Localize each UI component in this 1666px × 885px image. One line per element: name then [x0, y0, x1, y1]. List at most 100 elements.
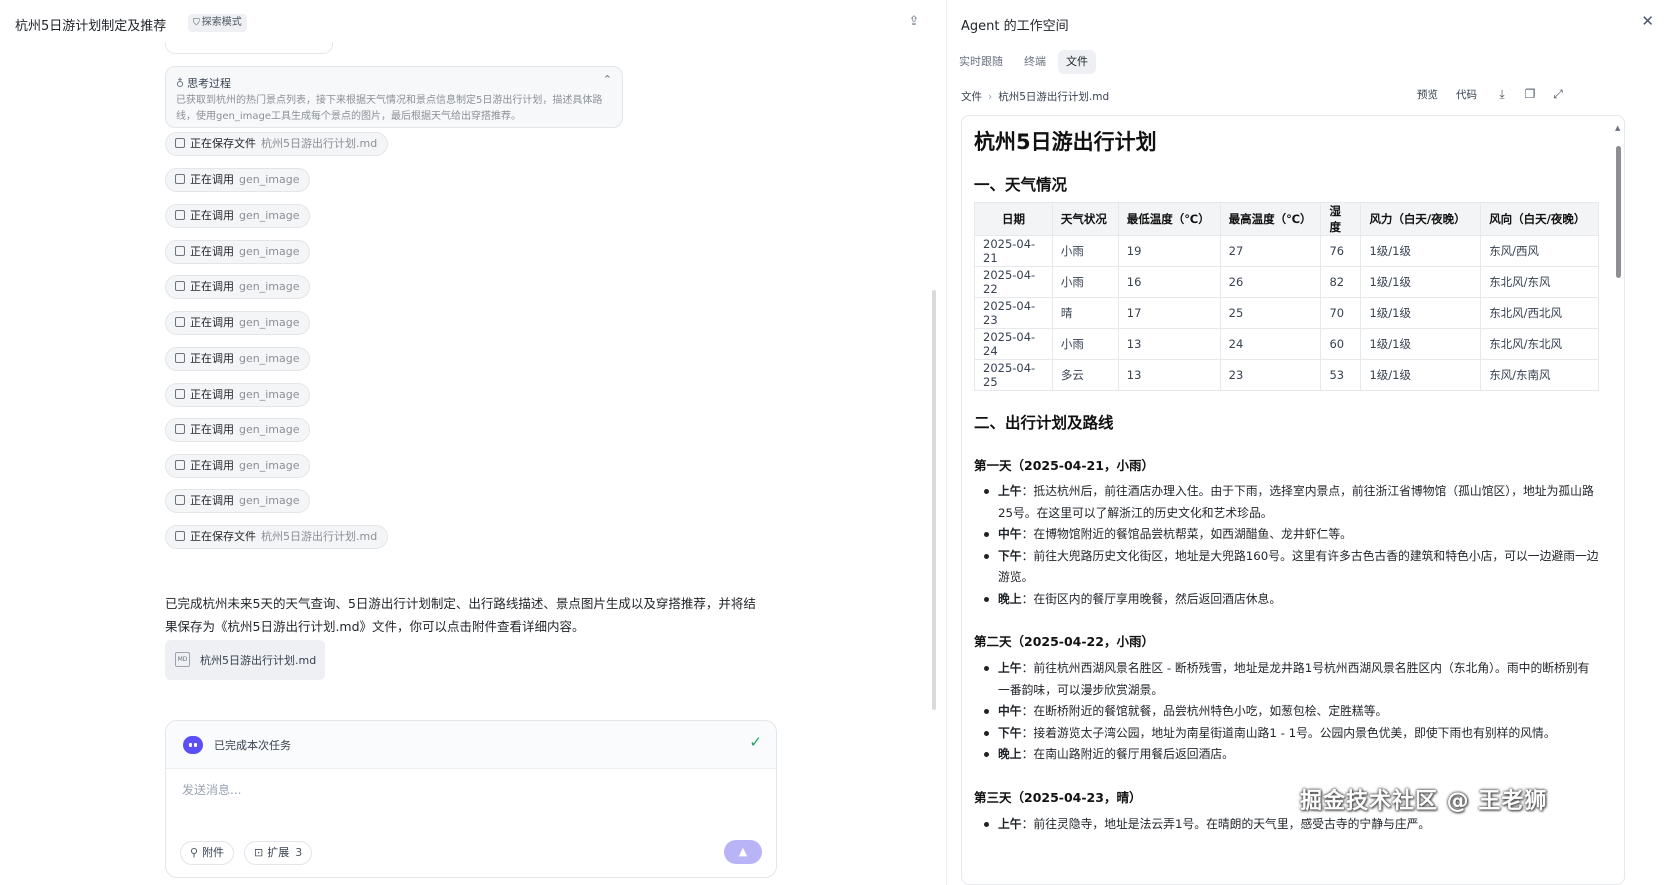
- paperclip-icon: ⚲: [190, 846, 199, 859]
- tool-step[interactable]: 正在调用 gen_image: [165, 383, 311, 407]
- tool-step[interactable]: 正在调用 gen_image: [165, 240, 311, 264]
- table-cell: 13: [1117, 328, 1221, 360]
- image-icon: [175, 210, 185, 220]
- tool-step[interactable]: 正在调用 gen_image: [165, 418, 311, 442]
- table-cell: 小雨: [1051, 328, 1119, 360]
- tool-step[interactable]: 正在调用 gen_image: [165, 275, 311, 299]
- attach-button[interactable]: ⚲ 附件: [180, 841, 235, 865]
- table-header: 湿度: [1320, 202, 1362, 236]
- table-cell: 晴: [1051, 297, 1119, 329]
- table-cell: 2025-04-22: [974, 266, 1053, 298]
- markdown-preview[interactable]: 杭州5日游出行计划 一、天气情况 日期 天气状况 最低温度（℃） 最高温度（℃）…: [961, 115, 1625, 885]
- image-icon: [175, 246, 185, 256]
- step-arg: 杭州5日游出行计划.md: [261, 530, 378, 543]
- mode-badge-label: 探索模式: [201, 17, 242, 28]
- table-cell: 东风/西风: [1480, 235, 1599, 267]
- chevron-right-icon: ›: [988, 91, 993, 103]
- thinking-panel[interactable]: ♁ 思考过程 ⌃ 已获取到杭州的热门景点列表，接下来根据天气情况和景点信息制定5日…: [165, 66, 623, 128]
- day-heading: 第二天（2025-04-22，小雨）: [974, 634, 1154, 649]
- attachment-card[interactable]: MD 杭州5日游出行计划.md: [165, 640, 325, 680]
- bot-avatar-icon: [183, 736, 203, 754]
- breadcrumb-root[interactable]: 文件: [961, 91, 982, 103]
- table-cell: 53: [1320, 359, 1362, 391]
- mode-badge[interactable]: ⛉ 探索模式: [188, 14, 247, 32]
- table-row: 2025-04-21 小雨 19 27 76 1级/1级 东风/西风: [974, 235, 1599, 267]
- step-arg: gen_image: [239, 388, 300, 401]
- table-cell: 60: [1320, 328, 1362, 360]
- chat-scrollbar[interactable]: [932, 290, 936, 710]
- tool-step[interactable]: 正在调用 gen_image: [165, 489, 311, 513]
- step-arg: gen_image: [239, 280, 300, 293]
- tool-step[interactable]: 正在保存文件 杭州5日游出行计划.md: [165, 525, 389, 549]
- step-label: 正在调用: [190, 494, 234, 507]
- table-row: 2025-04-25 多云 13 23 53 1级/1级 东风/东南风: [974, 359, 1599, 391]
- step-label: 正在调用: [190, 459, 234, 472]
- table-cell: 1级/1级: [1360, 359, 1482, 391]
- tab-files[interactable]: 文件: [1058, 50, 1096, 74]
- watermark: 掘金技术社区 @ 王老狮: [1300, 789, 1548, 814]
- day-plan-list: 上午：前往灵隐寺，地址是法云弄1号。在晴朗的天气里，感受古寺的宁静与庄严。: [974, 814, 1599, 836]
- tool-step[interactable]: 正在调用 gen_image: [165, 311, 311, 335]
- expand-button[interactable]: ⊡ 扩展 3: [244, 841, 313, 865]
- tool-step[interactable]: 正在调用 gen_image: [165, 347, 311, 371]
- step-arg: 杭州5日游出行计划.md: [261, 137, 378, 150]
- step-arg: gen_image: [239, 494, 300, 507]
- step-arg: gen_image: [239, 173, 300, 186]
- thinking-title: 思考过程: [187, 77, 232, 90]
- scrollbar-thumb[interactable]: [1616, 146, 1621, 278]
- tab-terminal[interactable]: 终端: [1016, 50, 1054, 74]
- scroll-up-arrow-icon[interactable]: ▲: [1615, 124, 1620, 132]
- step-arg: gen_image: [239, 316, 300, 329]
- table-cell: 13: [1117, 359, 1221, 391]
- item-text: ：在断桥附近的餐馆就餐，品尝杭州特色小吃，如葱包桧、定胜糕等。: [1021, 704, 1388, 718]
- close-icon[interactable]: ✕: [1641, 12, 1654, 30]
- previous-step-pill[interactable]: [165, 42, 333, 54]
- attach-label: 附件: [202, 846, 225, 859]
- step-label: 正在调用: [190, 423, 234, 436]
- table-row: 2025-04-23 晴 17 25 70 1级/1级 东北风/西北风: [974, 297, 1599, 329]
- message-input[interactable]: [182, 783, 742, 797]
- code-button[interactable]: 代码: [1456, 85, 1477, 105]
- tool-step[interactable]: 正在保存文件 杭州5日游出行计划.md: [165, 132, 389, 156]
- step-arg: gen_image: [239, 423, 300, 436]
- image-icon: [175, 424, 185, 434]
- table-cell: 1级/1级: [1360, 235, 1482, 267]
- assistant-final-message: 已完成杭州未来5天的天气查询、5日游出行计划制定、出行路线描述、景点图片生成以及…: [165, 592, 775, 638]
- message-line: 果保存为《杭州5日游出行计划.md》文件，你可以点击附件查看详细内容。: [165, 619, 585, 634]
- breadcrumb-file: 杭州5日游出行计划.md: [998, 91, 1110, 103]
- image-icon: [175, 353, 185, 363]
- document-scrollbar[interactable]: ▲: [1615, 124, 1621, 884]
- download-icon[interactable]: ⤓: [1494, 86, 1510, 102]
- tool-step[interactable]: 正在调用 gen_image: [165, 168, 311, 192]
- chat-pane: 杭州5日游计划制定及推荐 ⛉ 探索模式 ⇪ ♁ 思考过程 ⌃ 已获取到杭州的热门景点…: [0, 0, 940, 885]
- item-text: ：在博物馆附近的餐馆品尝杭帮菜，如西湖醋鱼、龙井虾仁等。: [1021, 527, 1352, 541]
- send-icon: ▲: [738, 845, 748, 858]
- image-icon: [175, 495, 185, 505]
- table-cell: 2025-04-21: [974, 235, 1053, 267]
- table-cell: 17: [1117, 297, 1221, 329]
- tab-live-follow[interactable]: 实时跟随: [951, 50, 1011, 74]
- time-label: 下午: [998, 725, 1022, 740]
- list-item: 下午：接着游览太子湾公园，地址为南星街道南山路1 - 1号。公园内景色优美，即使…: [974, 723, 1599, 745]
- chevron-up-icon[interactable]: ⌃: [603, 73, 612, 86]
- check-icon: ✓: [749, 733, 762, 751]
- table-cell: 76: [1320, 235, 1362, 267]
- file-icon: [175, 531, 185, 541]
- step-label: 正在保存文件: [190, 137, 256, 150]
- time-label: 上午: [998, 661, 1022, 675]
- step-arg: gen_image: [239, 459, 300, 472]
- send-button[interactable]: ▲: [724, 840, 762, 864]
- task-status-bar: 已完成本次任务 ✓: [166, 721, 776, 769]
- fullscreen-icon[interactable]: ⤢: [1550, 86, 1566, 102]
- tool-step[interactable]: 正在调用 gen_image: [165, 454, 311, 478]
- attachment-name: 杭州5日游出行计划.md: [200, 654, 317, 667]
- share-icon[interactable]: ⇪: [906, 14, 922, 30]
- image-icon: [175, 281, 185, 291]
- image-icon: [175, 389, 185, 399]
- step-label: 正在调用: [190, 280, 234, 293]
- table-cell: 23: [1219, 359, 1322, 391]
- table-cell: 1级/1级: [1360, 328, 1482, 360]
- preview-button[interactable]: 预览: [1417, 85, 1438, 105]
- tool-step[interactable]: 正在调用 gen_image: [165, 204, 311, 228]
- copy-icon[interactable]: ❐: [1522, 86, 1538, 102]
